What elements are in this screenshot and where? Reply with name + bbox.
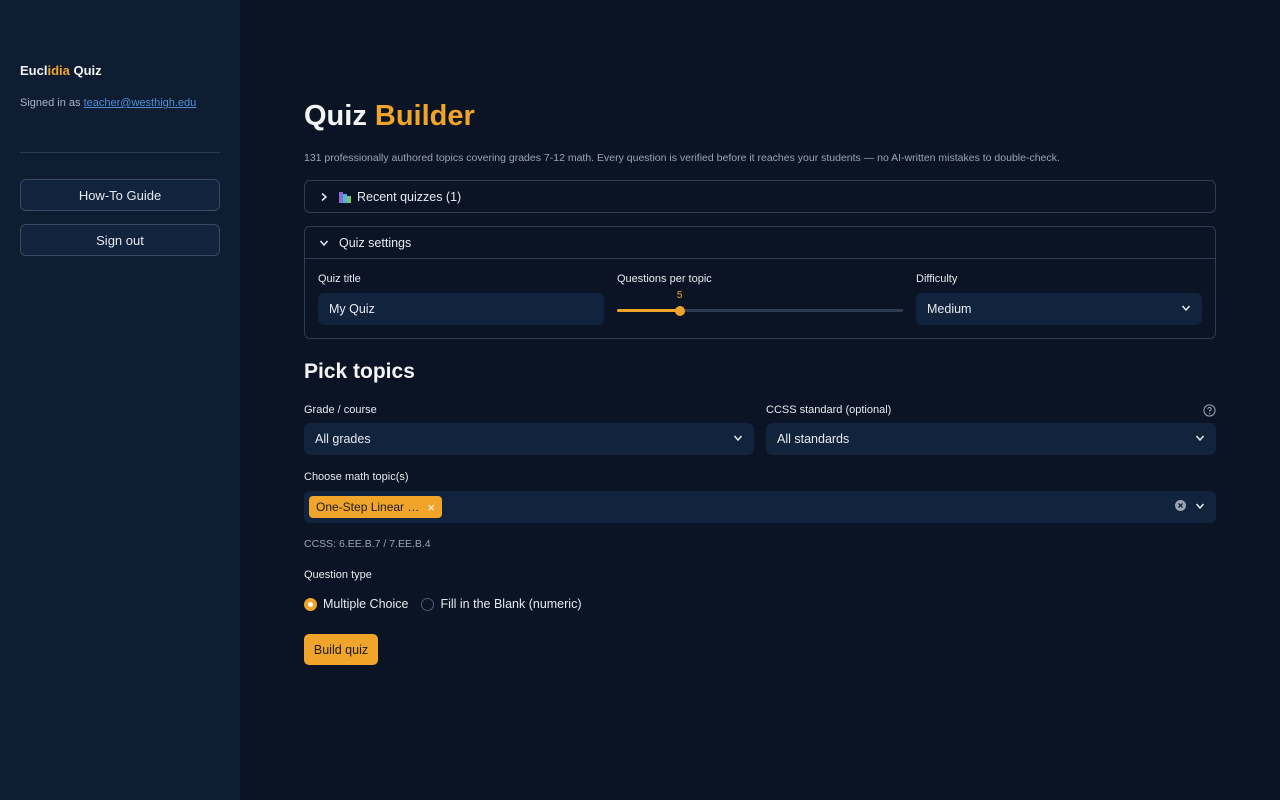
books-icon [339, 191, 351, 203]
build-quiz-button[interactable]: Build quiz [304, 634, 378, 665]
questions-slider-thumb[interactable] [674, 305, 685, 316]
questions-per-topic-label: Questions per topic [617, 273, 712, 285]
chevron-down-icon [733, 432, 743, 446]
recent-quizzes-label: Recent quizzes (1) [357, 189, 462, 204]
ccss-standard-value: All standards [777, 432, 850, 446]
questions-slider-fill [617, 309, 680, 312]
title-main: Quiz [304, 100, 375, 132]
quiz-title-input[interactable]: My Quiz [318, 293, 604, 325]
chevron-down-icon [1195, 432, 1205, 446]
questions-slider[interactable] [617, 305, 903, 316]
grade-course-label: Grade / course [304, 404, 377, 416]
how-to-guide-button[interactable]: How-To Guide [20, 179, 220, 211]
radio-selected-icon [304, 597, 317, 611]
signed-in-prefix: Signed in as [20, 97, 84, 109]
radio-fill-blank[interactable]: Fill in the Blank (numeric) [421, 597, 581, 611]
chevron-down-icon [1181, 302, 1191, 316]
quiz-settings-expander: Quiz settings Quiz title My Quiz Questio… [304, 226, 1216, 339]
quiz-settings-header[interactable]: Quiz settings [305, 227, 1215, 258]
user-email-link[interactable]: teacher@westhigh.edu [84, 97, 197, 109]
pick-topics-title: Pick topics [304, 360, 415, 383]
radio-unselected-icon [421, 597, 435, 611]
main-content: Quiz Builder 131 professionally authored… [304, 0, 1216, 800]
help-icon[interactable] [1203, 404, 1216, 417]
chevron-down-icon [1195, 500, 1205, 514]
chip-remove-icon[interactable]: × [427, 500, 435, 515]
brand-accent: idia [47, 63, 70, 78]
difficulty-select[interactable]: Medium [916, 293, 1202, 325]
ccss-note: CCSS: 6.EE.B.7 / 7.EE.B.4 [304, 538, 431, 550]
sidebar-divider [20, 152, 220, 153]
brand-part2: Quiz [69, 63, 102, 78]
clear-all-icon[interactable] [1175, 500, 1186, 514]
radio-fill-blank-label: Fill in the Blank (numeric) [440, 597, 582, 611]
brand-logo: Euclidia Quiz [20, 63, 102, 78]
grade-course-value: All grades [315, 432, 371, 446]
ccss-standard-select[interactable]: All standards [766, 423, 1216, 455]
questions-slider-value: 5 [676, 290, 683, 301]
grade-course-select[interactable]: All grades [304, 423, 754, 455]
radio-multiple-choice[interactable]: Multiple Choice [304, 597, 408, 611]
question-type-label: Question type [304, 569, 372, 581]
quiz-settings-label: Quiz settings [339, 235, 412, 250]
quiz-title-label: Quiz title [318, 273, 361, 285]
sign-out-button[interactable]: Sign out [20, 224, 220, 256]
question-type-radio-group: Multiple Choice Fill in the Blank (numer… [304, 597, 581, 611]
brand-part1: Eucl [20, 63, 48, 78]
ccss-standard-label: CCSS standard (optional) [766, 404, 892, 416]
quiz-settings-body: Quiz title My Quiz Questions per topic 5… [305, 258, 1215, 338]
recent-quizzes-header[interactable]: Recent quizzes (1) [305, 181, 1215, 212]
page-subtitle: 131 professionally authored topics cover… [304, 152, 1060, 164]
sidebar: Euclidia Quiz Signed in as teacher@westh… [0, 0, 240, 800]
chevron-right-icon [317, 190, 331, 204]
page-title: Quiz Builder [304, 100, 475, 133]
difficulty-value: Medium [927, 302, 972, 316]
signed-in-text: Signed in as teacher@westhigh.edu [20, 97, 196, 109]
chevron-down-icon [317, 236, 331, 250]
recent-quizzes-expander[interactable]: Recent quizzes (1) [304, 180, 1216, 213]
topic-chip: One-Step Linear … × [309, 496, 442, 518]
difficulty-label: Difficulty [916, 273, 958, 285]
radio-multiple-choice-label: Multiple Choice [323, 597, 409, 611]
topic-chip-label: One-Step Linear … [316, 500, 420, 514]
choose-topics-label: Choose math topic(s) [304, 471, 409, 483]
title-accent: Builder [374, 100, 475, 132]
